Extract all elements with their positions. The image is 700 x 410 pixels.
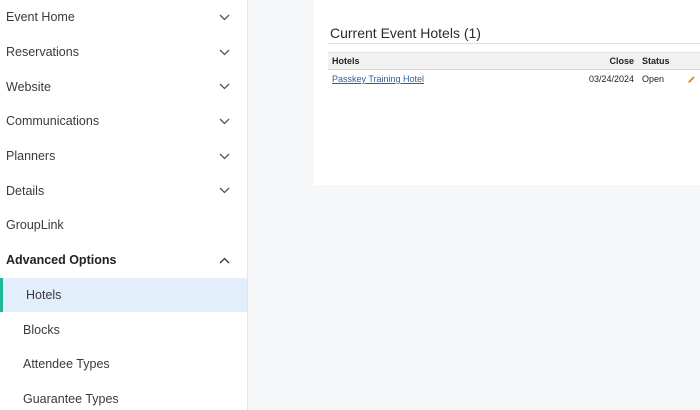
chevron-down-icon	[218, 46, 230, 58]
nav-item-advanced-options[interactable]: Advanced Options	[0, 243, 247, 278]
nav-item-label: Website	[6, 79, 51, 94]
column-header-close: Close	[609, 56, 634, 66]
hotels-panel: Current Event Hotels (1) Hotels Close St…	[314, 0, 700, 185]
nav-item-label: Event Home	[6, 10, 75, 25]
nav-item-label: Planners	[6, 149, 56, 164]
cell-status: Open	[642, 73, 665, 84]
chevron-down-icon	[218, 185, 230, 197]
sub-item-label: Blocks	[23, 322, 60, 337]
chevron-up-icon	[218, 254, 230, 266]
sub-item-blocks[interactable]: Blocks	[0, 312, 247, 347]
nav-item-label: Reservations	[6, 45, 79, 60]
sidebar: Event Home Reservations Website Communic…	[0, 0, 248, 410]
table-header-row: Hotels Close Status	[328, 52, 700, 70]
nav-item-grouplink[interactable]: GroupLink	[0, 208, 247, 243]
nav-item-label: Communications	[6, 114, 100, 129]
sub-item-label: Guarantee Types	[23, 391, 119, 406]
nav-item-website[interactable]: Website	[0, 69, 247, 104]
page-title: Current Event Hotels (1)	[330, 25, 481, 41]
pencil-icon[interactable]	[687, 74, 696, 84]
cell-hotel: Passkey Training Hotel	[328, 70, 578, 88]
sub-item-guarantee-types[interactable]: Guarantee Types	[0, 382, 247, 410]
sub-item-attendee-types[interactable]: Attendee Types	[0, 347, 247, 382]
sub-item-hotels[interactable]: Hotels	[0, 277, 247, 313]
sub-item-label: Hotels	[26, 287, 62, 302]
cell-actions	[682, 70, 700, 88]
chevron-down-icon	[218, 11, 230, 23]
nav-item-communications[interactable]: Communications	[0, 104, 247, 139]
nav-item-label: Details	[6, 183, 45, 198]
nav-item-label: Advanced Options	[6, 253, 117, 268]
sub-item-label: Attendee Types	[23, 357, 110, 372]
nav-item-event-home[interactable]: Event Home	[0, 0, 247, 35]
table-row: Passkey Training Hotel 03/24/2024 Open	[328, 70, 700, 88]
hotel-link[interactable]: Passkey Training Hotel	[332, 74, 424, 84]
column-header-hotels: Hotels	[332, 56, 360, 66]
chevron-down-icon	[218, 115, 230, 127]
hotels-table: Hotels Close Status Passkey Training Hot…	[328, 52, 700, 88]
column-header-status: Status	[642, 56, 670, 66]
cell-close-date: 03/24/2024	[588, 73, 634, 84]
nav-item-label: GroupLink	[6, 218, 64, 233]
nav-item-details[interactable]: Details	[0, 173, 247, 208]
main-content: Current Event Hotels (1) Hotels Close St…	[248, 0, 700, 410]
nav-item-reservations[interactable]: Reservations	[0, 35, 247, 70]
chevron-down-icon	[218, 150, 230, 162]
chevron-down-icon	[218, 81, 230, 93]
divider	[328, 43, 700, 44]
nav-item-planners[interactable]: Planners	[0, 139, 247, 174]
column-header-actions	[682, 53, 700, 70]
